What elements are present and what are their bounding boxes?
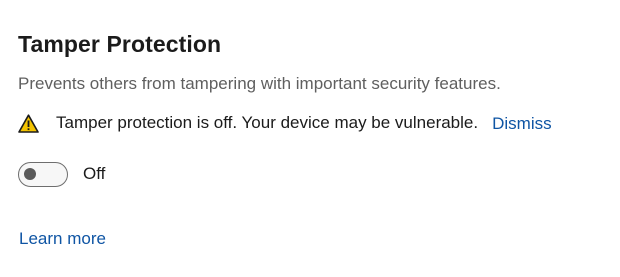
toggle-state-label: Off bbox=[83, 164, 106, 183]
warning-banner: Tamper protection is off. Your device ma… bbox=[18, 110, 552, 136]
warning-triangle-icon bbox=[18, 113, 39, 133]
section-description: Prevents others from tampering with impo… bbox=[18, 74, 501, 93]
dismiss-link[interactable]: Dismiss bbox=[492, 114, 552, 134]
warning-message: Tamper protection is off. Your device ma… bbox=[56, 113, 479, 132]
section-title: Tamper Protection bbox=[18, 31, 222, 57]
toggle-knob bbox=[24, 167, 36, 180]
learn-more-link[interactable]: Learn more bbox=[19, 229, 106, 249]
tamper-protection-panel: Tamper Protection Prevents others from t… bbox=[0, 0, 620, 277]
tamper-protection-toggle[interactable] bbox=[18, 161, 68, 187]
tamper-protection-toggle-row: Off bbox=[18, 161, 105, 187]
